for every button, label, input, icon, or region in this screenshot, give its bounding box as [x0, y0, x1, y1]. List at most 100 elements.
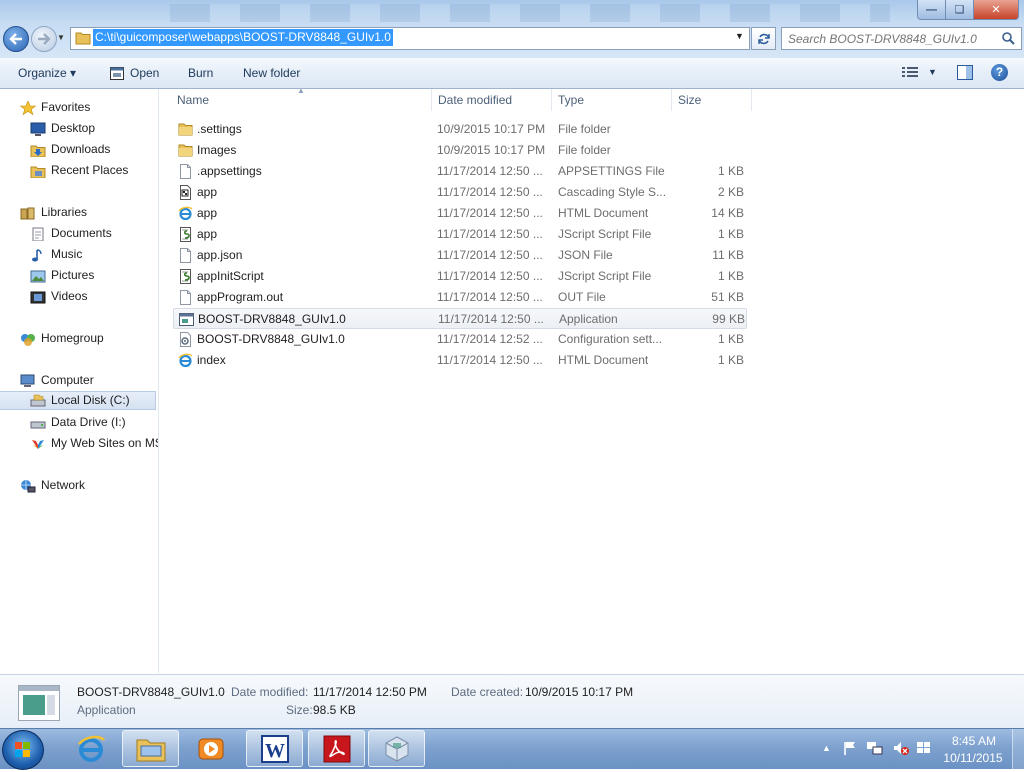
sort-ascending-icon: ▲ [297, 86, 305, 95]
burn-button[interactable]: Burn [188, 58, 213, 88]
taskbar-microsoft-word[interactable]: W [246, 730, 303, 767]
msn-butterfly-icon [32, 439, 44, 449]
file-row[interactable]: app 11/17/2014 12:50 ... Cascading Style S… [173, 182, 747, 203]
blank-file-icon [178, 164, 193, 179]
nav-music-label: Music [51, 247, 83, 261]
nav-data-drive[interactable]: Data Drive (I:) [30, 413, 126, 432]
application-thumbnail-icon [18, 685, 60, 721]
nav-videos[interactable]: Videos [30, 287, 87, 306]
address-bar[interactable]: C:\ti\guicomposer\webapps\BOOST-DRV8848_… [70, 27, 750, 50]
file-type: JSON File [558, 248, 613, 262]
svg-text:W: W [265, 740, 285, 762]
nav-local-disk[interactable]: Local Disk (C:) [0, 391, 156, 410]
address-dropdown-arrow[interactable]: ▼ [735, 31, 744, 41]
music-icon [32, 248, 42, 261]
search-box[interactable] [781, 27, 1022, 50]
file-date-modified: 11/17/2014 12:50 ... [438, 312, 544, 326]
file-row[interactable]: BOOST-DRV8848_GUIv1.0 11/17/2014 12:52 ..… [173, 329, 747, 350]
column-header-size[interactable]: Size [672, 89, 752, 111]
search-icon[interactable] [1002, 32, 1015, 45]
maximize-button[interactable]: ❏ [945, 0, 974, 20]
open-button[interactable]: Open [110, 58, 159, 88]
file-size: 11 KB [712, 248, 744, 262]
file-size: 1 KB [717, 353, 744, 367]
blank-file-icon [178, 290, 193, 305]
taskbar-application[interactable] [368, 730, 425, 767]
file-row[interactable]: .settings 10/9/2015 10:17 PM File folder [173, 119, 747, 140]
file-date-modified: 11/17/2014 12:52 ... [437, 332, 543, 346]
forward-button[interactable] [31, 26, 57, 52]
clock-date[interactable]: 10/11/2015 [940, 751, 1006, 765]
back-arrow-icon [9, 33, 22, 45]
file-row[interactable]: app.json 11/17/2014 12:50 ... JSON File 11 … [173, 245, 747, 266]
recent-pages-dropdown[interactable]: ▼ [57, 33, 65, 42]
volume-muted-icon[interactable] [892, 740, 910, 756]
windows-flag-tray-icon[interactable] [916, 740, 932, 756]
nav-recent-places[interactable]: Recent Places [30, 161, 128, 180]
taskbar-windows-explorer[interactable] [122, 730, 179, 767]
file-row[interactable]: app 11/17/2014 12:50 ... JScript Script Fi… [173, 224, 747, 245]
taskbar-media-player[interactable] [182, 730, 239, 767]
command-bar: Organize ▾ Open Burn New folder ▼ ? [0, 58, 1024, 89]
nav-pictures[interactable]: Pictures [30, 266, 94, 285]
file-date-modified: 11/17/2014 12:50 ... [437, 353, 543, 367]
recent-places-icon [30, 166, 46, 178]
taskbar-internet-explorer[interactable] [62, 730, 119, 767]
file-type: JScript Script File [558, 269, 652, 283]
window-titlebar: — ❏ ✕ ▼ C:\ti\guicomposer\webapps\BOOST-… [0, 0, 1024, 58]
back-button[interactable] [3, 26, 29, 52]
blank-file-icon [178, 248, 193, 263]
nav-homegroup[interactable]: Homegroup [20, 329, 104, 348]
file-type: HTML Document [558, 353, 649, 367]
search-input[interactable] [788, 28, 998, 49]
file-row[interactable]: appInitScript 11/17/2014 12:50 ... JScript… [173, 266, 747, 287]
nav-network[interactable]: Network [20, 476, 85, 495]
change-view-button[interactable]: ▼ [902, 66, 937, 78]
file-size: 99 KB [712, 312, 745, 326]
script-file-icon [178, 269, 193, 284]
help-icon[interactable]: ? [991, 64, 1008, 81]
minimize-button[interactable]: — [917, 0, 946, 20]
close-button[interactable]: ✕ [973, 0, 1019, 20]
file-type: Cascading Style S... [558, 185, 667, 199]
nav-desktop[interactable]: Desktop [30, 119, 95, 138]
desktop-icon [30, 122, 46, 136]
address-path[interactable]: C:\ti\guicomposer\webapps\BOOST-DRV8848_… [93, 29, 393, 46]
file-date-modified: 11/17/2014 12:50 ... [437, 185, 543, 199]
start-button[interactable] [2, 730, 44, 770]
file-row[interactable]: app 11/17/2014 12:50 ... HTML Document 14 K… [173, 203, 747, 224]
organize-button[interactable]: Organize ▾ [18, 58, 76, 88]
details-created-label: Date created: [451, 685, 524, 699]
nav-music[interactable]: Music [30, 245, 82, 264]
nav-libraries[interactable]: Libraries [20, 203, 87, 222]
column-header-date[interactable]: Date modified [432, 89, 552, 111]
column-header-type[interactable]: Type [552, 89, 672, 111]
nav-web-sites[interactable]: My Web Sites on MSN [30, 434, 158, 453]
details-modified-value: 11/17/2014 12:50 PM [313, 685, 427, 699]
nav-downloads[interactable]: Downloads [30, 140, 110, 159]
new-folder-button[interactable]: New folder [243, 58, 300, 88]
nav-documents[interactable]: Documents [30, 224, 112, 243]
clock-time[interactable]: 8:45 AM [946, 734, 1002, 748]
network-status-icon[interactable] [866, 740, 884, 756]
file-date-modified: 11/17/2014 12:50 ... [437, 206, 543, 220]
preview-pane-button[interactable] [957, 65, 973, 83]
details-view-icon [902, 67, 918, 77]
file-row[interactable]: .appsettings 11/17/2014 12:50 ... APPSETTI… [173, 161, 747, 182]
file-row[interactable]: appProgram.out 11/17/2014 12:50 ... OUT Fi… [173, 287, 747, 308]
action-center-flag-icon[interactable] [842, 740, 858, 756]
show-desktop-button[interactable] [1012, 729, 1024, 769]
nav-favorites[interactable]: Favorites [20, 98, 90, 117]
drive-icon [30, 421, 46, 428]
taskbar-adobe-reader[interactable] [308, 730, 365, 767]
details-file-kind: Application [77, 703, 136, 717]
nav-downloads-label: Downloads [51, 142, 111, 156]
show-hidden-icons-button[interactable]: ▲ [822, 743, 831, 753]
nav-computer[interactable]: Computer [20, 371, 94, 390]
word-icon: W [260, 734, 289, 763]
file-row[interactable]: Images 10/9/2015 10:17 PM File folder [173, 140, 747, 161]
file-row[interactable]: index 11/17/2014 12:50 ... HTML Document 1 … [173, 350, 747, 371]
refresh-button[interactable] [751, 27, 776, 50]
nav-videos-label: Videos [51, 289, 88, 303]
file-row[interactable]: BOOST-DRV8848_GUIv1.0 11/17/2014 12:50 ..… [173, 308, 747, 329]
